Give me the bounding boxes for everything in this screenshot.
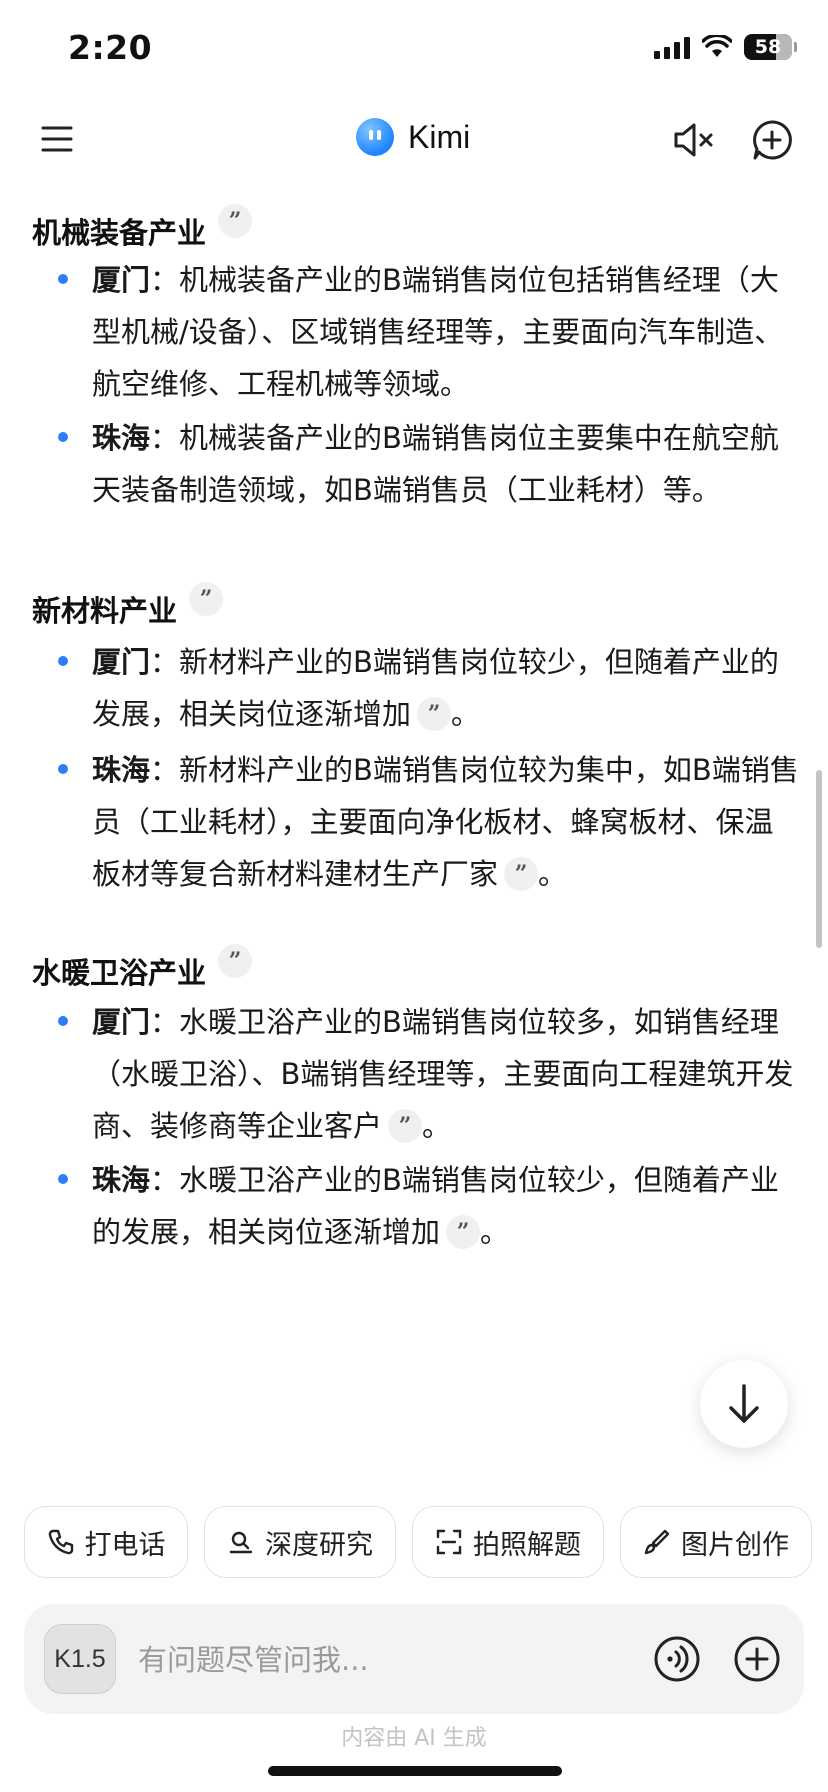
city-name: 厦门 (92, 1005, 151, 1039)
composer: K1.5 (24, 1604, 804, 1714)
new-chat-button[interactable] (750, 118, 794, 162)
item-end: 。 (538, 857, 568, 891)
city-name: 厦门 (92, 645, 151, 679)
battery-icon: 58 (744, 34, 797, 60)
app-brand: Kimi (356, 118, 470, 156)
bullet-dot (58, 656, 68, 666)
citation-icon[interactable]: ” (388, 1109, 423, 1143)
separator: ： (150, 1163, 180, 1197)
ai-generated-note: 内容由 AI 生成 (341, 1726, 487, 1751)
separator: ： (150, 645, 180, 679)
bullet-dot (58, 432, 68, 442)
bullet-dot (58, 1016, 68, 1026)
bullet-dot (58, 274, 68, 284)
chip-label: 打电话 (84, 1529, 166, 1561)
separator: ： (150, 263, 180, 297)
voice-wave-icon (654, 1636, 700, 1682)
item-text: 水暖卫浴产业的B端销售岗位较少，但随着产业的发展，相关岗位逐渐增加 (92, 1163, 779, 1249)
section-title: 机械装备产业 ” (32, 204, 253, 252)
separator: ： (150, 753, 180, 787)
phone-icon (48, 1529, 73, 1555)
separator: ： (150, 1005, 180, 1039)
list-item: 珠海：机械装备产业的B端销售岗位主要集中在航空航天装备制造领域，如B端销售员（工… (92, 412, 800, 516)
status-icons: 58 (654, 34, 797, 60)
app-header: Kimi (0, 100, 828, 180)
bullet-dot (58, 1174, 68, 1184)
item-text: 机械装备产业的B端销售岗位主要集中在航空航天装备制造领域，如B端销售员（工业耗材… (92, 421, 779, 507)
mute-button[interactable] (672, 118, 716, 162)
item-end: 。 (422, 1109, 452, 1143)
section-title: 水暖卫浴产业 ” (32, 944, 253, 992)
new-chat-icon (753, 120, 792, 160)
citation-icon[interactable]: ” (417, 697, 452, 731)
model-selector[interactable]: K1.5 (44, 1624, 116, 1694)
menu-icon (41, 126, 73, 152)
section-title-text: 水暖卫浴产业 (32, 956, 207, 990)
assistant-message: 机械装备产业 ” 厦门：机械装备产业的B端销售岗位包括销售经理（大型机械/设备）… (0, 180, 828, 1450)
menu-button[interactable] (36, 118, 78, 160)
chip-label: 拍照解题 (473, 1529, 581, 1561)
status-bar: 2:20 58 (0, 0, 828, 100)
bullet-dot (58, 764, 68, 774)
list-item: 厦门：新材料产业的B端销售岗位较少，但随着产业的发展，相关岗位逐渐增加”。 (92, 636, 800, 740)
list-item: 厦门：机械装备产业的B端销售岗位包括销售经理（大型机械/设备）、区域销售经理等，… (92, 254, 800, 410)
home-indicator[interactable] (268, 1766, 562, 1776)
call-button[interactable]: 打电话 (24, 1506, 188, 1578)
item-end: 。 (451, 697, 481, 731)
research-icon (229, 1531, 253, 1554)
city-name: 厦门 (92, 263, 151, 297)
citation-icon[interactable]: ” (504, 857, 539, 891)
separator: ： (150, 421, 180, 455)
kimi-chat-screen: 2:20 58 Kimi 机械装备产业 ” 厦门：机械装备产业的B端销售岗位包括… (0, 0, 828, 1792)
battery-level: 58 (754, 36, 782, 58)
attach-button[interactable] (732, 1634, 782, 1684)
list-item: 珠海：新材料产业的B端销售岗位较为集中，如B端销售员（工业耗材），主要面向净化板… (92, 744, 800, 900)
quick-actions: 打电话 深度研究 拍照解题 图片创作 (0, 1506, 828, 1580)
message-input[interactable] (138, 1632, 538, 1688)
arrow-down-icon (729, 1384, 759, 1423)
item-end: 。 (480, 1215, 510, 1249)
image-create-button[interactable]: 图片创作 (620, 1506, 812, 1578)
voice-button[interactable] (652, 1634, 702, 1684)
chip-label: 深度研究 (265, 1529, 373, 1561)
photo-solve-button[interactable]: 拍照解题 (412, 1506, 604, 1578)
list-item: 厦门：水暖卫浴产业的B端销售岗位较多，如销售经理（水暖卫浴）、B端销售经理等，主… (92, 996, 800, 1152)
citation-icon[interactable]: ” (446, 1215, 481, 1249)
kimi-logo-icon (356, 118, 394, 156)
section-title-text: 机械装备产业 (32, 216, 207, 250)
city-name: 珠海 (92, 421, 151, 455)
citation-icon[interactable]: ” (189, 582, 224, 616)
plus-circle-icon (734, 1636, 780, 1682)
chip-label: 图片创作 (681, 1529, 789, 1561)
section-title: 新材料产业 ” (32, 582, 224, 630)
section-title-text: 新材料产业 (32, 594, 178, 628)
app-title: Kimi (408, 118, 471, 155)
citation-icon[interactable]: ” (218, 944, 253, 978)
list-item: 珠海：水暖卫浴产业的B端销售岗位较少，但随着产业的发展，相关岗位逐渐增加”。 (92, 1154, 800, 1258)
status-time: 2:20 (68, 28, 153, 67)
scrollbar[interactable] (816, 770, 822, 948)
item-text: 机械装备产业的B端销售岗位包括销售经理（大型机械/设备）、区域销售经理等，主要面… (92, 263, 784, 401)
item-text: 新材料产业的B端销售岗位较为集中，如B端销售员（工业耗材），主要面向净化板材、蜂… (92, 753, 799, 891)
cellular-signal-icon (654, 35, 690, 59)
scan-icon (436, 1529, 462, 1555)
deep-research-button[interactable]: 深度研究 (204, 1506, 396, 1578)
scroll-to-bottom-button[interactable] (700, 1360, 788, 1448)
brush-icon (644, 1529, 670, 1555)
city-name: 珠海 (92, 1163, 151, 1197)
citation-icon[interactable]: ” (218, 204, 253, 238)
city-name: 珠海 (92, 753, 151, 787)
speaker-muted-icon (674, 123, 713, 157)
wifi-icon (702, 35, 732, 57)
